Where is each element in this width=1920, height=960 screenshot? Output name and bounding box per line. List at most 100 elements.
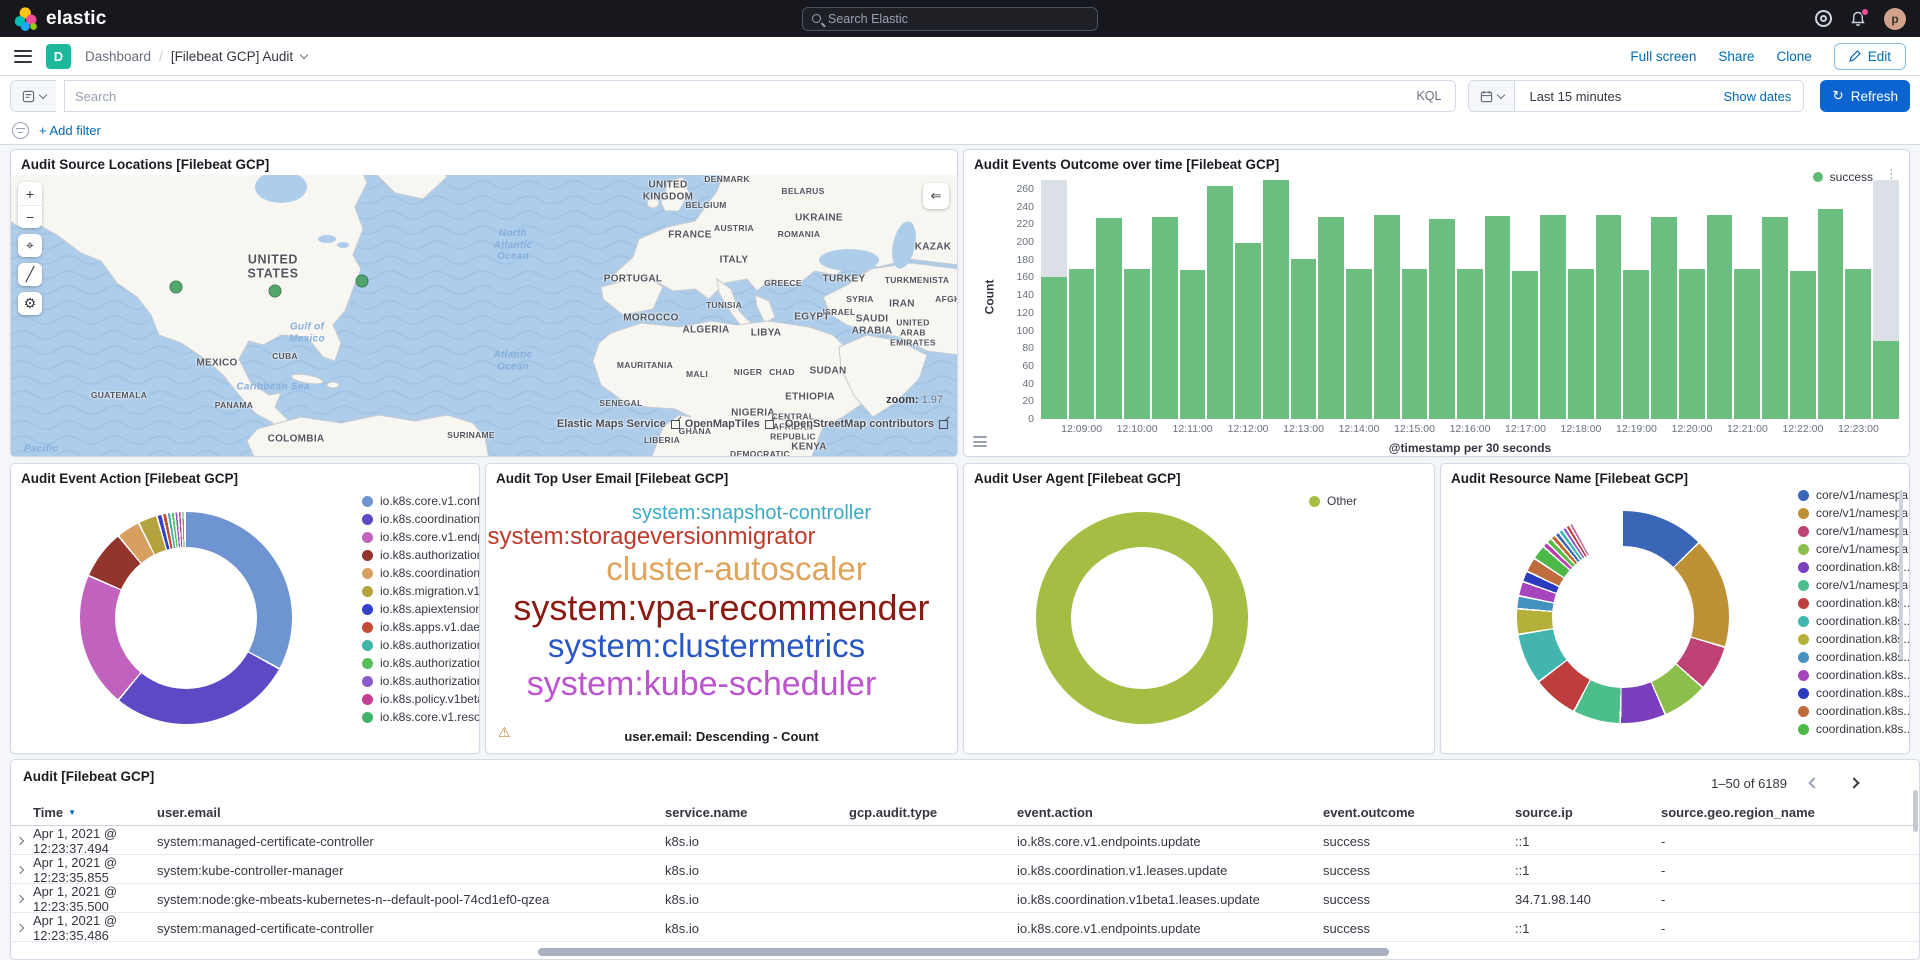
breadcrumb-dashboard[interactable]: Dashboard bbox=[85, 49, 151, 64]
expand-row-icon[interactable] bbox=[16, 895, 24, 903]
bar[interactable] bbox=[1873, 180, 1899, 419]
table-row[interactable]: Apr 1, 2021 @ 12:23:37.494system:managed… bbox=[11, 826, 1919, 855]
map-point-marker[interactable] bbox=[269, 285, 282, 298]
bar-chart[interactable] bbox=[1040, 180, 1900, 419]
bar[interactable] bbox=[1152, 180, 1178, 419]
legend-item[interactable]: io.k8s.authorization.... bbox=[362, 546, 480, 564]
panel-title[interactable]: Audit User Agent [Filebeat GCP] bbox=[964, 464, 1434, 489]
bar[interactable] bbox=[1790, 180, 1816, 419]
event-action-donut-chart[interactable] bbox=[80, 512, 292, 724]
attribution-link[interactable]: Elastic Maps Service bbox=[557, 418, 666, 430]
legend-item[interactable]: coordination.k8s.... bbox=[1798, 612, 1910, 630]
legend-item[interactable]: core/v1/namespa... bbox=[1798, 540, 1910, 558]
bar[interactable] bbox=[1429, 180, 1455, 419]
legend-item[interactable]: io.k8s.migration.v1al... bbox=[362, 582, 480, 600]
bar[interactable] bbox=[1734, 180, 1760, 419]
table-row[interactable]: Apr 1, 2021 @ 12:23:35.855system:kube-co… bbox=[11, 855, 1919, 884]
show-dates-button[interactable]: Show dates bbox=[1711, 89, 1803, 104]
legend-item[interactable]: Other bbox=[1309, 492, 1357, 510]
add-filter-button[interactable]: + Add filter bbox=[39, 123, 101, 138]
bar[interactable] bbox=[1707, 180, 1733, 419]
date-quick-menu-button[interactable] bbox=[1469, 81, 1515, 111]
tag-cloud-word[interactable]: system:clustermetrics bbox=[548, 628, 865, 665]
horizontal-scrollbar[interactable] bbox=[538, 948, 1389, 956]
legend-item[interactable]: coordination.k8s.... bbox=[1798, 684, 1910, 702]
legend-item[interactable]: io.k8s.authorization.... bbox=[362, 654, 480, 672]
bar[interactable] bbox=[1651, 180, 1677, 419]
world-map[interactable]: UNITED STATESMEXICOCUBAGUATEMALAPANAMACO… bbox=[11, 175, 957, 456]
legend-item[interactable]: coordination.k8s.... bbox=[1798, 648, 1910, 666]
legend-item[interactable]: core/v1/namespa... bbox=[1798, 504, 1910, 522]
saved-query-menu-button[interactable] bbox=[10, 80, 56, 112]
tag-cloud-word[interactable]: system:vpa-recommender bbox=[513, 588, 929, 628]
legend-item[interactable]: core/v1/namespa... bbox=[1798, 576, 1910, 594]
previous-page-button[interactable] bbox=[1801, 770, 1827, 796]
bar[interactable] bbox=[1402, 180, 1428, 419]
set-view-button[interactable]: ⌖ bbox=[18, 234, 42, 257]
bar[interactable] bbox=[1318, 180, 1344, 419]
legend-item[interactable]: io.k8s.policy.v1beta... bbox=[362, 690, 480, 708]
map-point-marker[interactable] bbox=[356, 275, 369, 288]
elastic-logo[interactable]: elastic bbox=[14, 7, 107, 31]
legend-item[interactable]: coordination.k8s.... bbox=[1798, 720, 1910, 738]
column-header-event-action[interactable]: event.action bbox=[1017, 805, 1093, 820]
zoom-out-button[interactable]: − bbox=[18, 205, 42, 228]
tag-cloud-word[interactable]: system:kube-scheduler bbox=[527, 665, 877, 703]
legend-scrollbar[interactable] bbox=[1899, 490, 1903, 660]
page-scrollbar[interactable] bbox=[1913, 790, 1918, 832]
bar[interactable] bbox=[1291, 180, 1317, 419]
legend-item[interactable]: io.k8s.coordination.... bbox=[362, 564, 480, 582]
panel-title[interactable]: Audit [Filebeat GCP] bbox=[13, 762, 164, 787]
menu-icon[interactable] bbox=[14, 50, 32, 63]
legend-item[interactable]: io.k8s.apiextensions... bbox=[362, 600, 480, 618]
bar[interactable] bbox=[1540, 180, 1566, 419]
panel-title[interactable]: Audit Event Action [Filebeat GCP] bbox=[11, 464, 479, 489]
tag-cloud-word[interactable]: system:storageversionmigrator bbox=[487, 524, 815, 551]
edit-button[interactable]: Edit bbox=[1834, 43, 1906, 70]
resource-name-donut-chart[interactable] bbox=[1517, 511, 1729, 723]
column-header-source-ip[interactable]: source.ip bbox=[1515, 805, 1573, 820]
tag-cloud-word[interactable]: system:snapshot-controller bbox=[632, 502, 871, 524]
bar[interactable] bbox=[1263, 180, 1289, 419]
panel-title[interactable]: Audit Top User Email [Filebeat GCP] bbox=[486, 464, 957, 489]
help-icon[interactable] bbox=[1815, 10, 1832, 27]
expand-row-icon[interactable] bbox=[16, 837, 24, 845]
panel-title[interactable]: Audit Source Locations [Filebeat GCP] bbox=[11, 150, 957, 175]
bar[interactable] bbox=[1069, 180, 1095, 419]
next-page-button[interactable] bbox=[1841, 770, 1867, 796]
clone-button[interactable]: Clone bbox=[1776, 49, 1811, 64]
bar[interactable] bbox=[1346, 180, 1372, 419]
legend-item[interactable]: io.k8s.core.v1.endp... bbox=[362, 528, 480, 546]
expand-row-icon[interactable] bbox=[16, 924, 24, 932]
legend-options-icon[interactable]: ⋮ bbox=[1885, 170, 1893, 177]
bar[interactable] bbox=[1623, 180, 1649, 419]
global-search-input[interactable]: Search Elastic bbox=[802, 7, 1098, 31]
bar[interactable] bbox=[1762, 180, 1788, 419]
draw-tool-button[interactable]: ╱ bbox=[18, 263, 42, 286]
legend-item[interactable]: core/v1/namespa... bbox=[1798, 522, 1910, 540]
bar[interactable] bbox=[1457, 180, 1483, 419]
kql-search-input[interactable]: Search KQL bbox=[64, 80, 1456, 112]
dashboard-badge[interactable]: D bbox=[46, 44, 71, 69]
bar[interactable] bbox=[1180, 180, 1206, 419]
legend-item[interactable]: io.k8s.apps.v1.daem... bbox=[362, 618, 480, 636]
bar[interactable] bbox=[1485, 180, 1511, 419]
bar[interactable] bbox=[1512, 180, 1538, 419]
tools-button[interactable]: ⚙ bbox=[18, 292, 42, 315]
column-header-user-email[interactable]: user.email bbox=[157, 805, 221, 820]
bar[interactable] bbox=[1235, 180, 1261, 419]
bar[interactable] bbox=[1818, 180, 1844, 419]
legend-label[interactable]: success bbox=[1830, 170, 1873, 184]
bar[interactable] bbox=[1568, 180, 1594, 419]
column-header-time[interactable]: Time bbox=[33, 805, 63, 820]
sort-desc-icon[interactable]: ▼ bbox=[68, 808, 76, 817]
zoom-in-button[interactable]: + bbox=[18, 182, 42, 205]
time-range-value[interactable]: Last 15 minutes bbox=[1515, 89, 1711, 104]
map-attribution[interactable]: Elastic Maps ServiceOpenMapTiles, OpenSt… bbox=[557, 418, 949, 430]
legend-item[interactable]: coordination.k8s.... bbox=[1798, 702, 1910, 720]
panel-title[interactable]: Audit Events Outcome over time [Filebeat… bbox=[964, 150, 1909, 175]
legend-item[interactable]: coordination.k8s.... bbox=[1798, 558, 1910, 576]
legend-item[interactable]: coordination.k8s.... bbox=[1798, 630, 1910, 648]
legend-item[interactable]: io.k8s.authorization.... bbox=[362, 672, 480, 690]
bar[interactable] bbox=[1374, 180, 1400, 419]
